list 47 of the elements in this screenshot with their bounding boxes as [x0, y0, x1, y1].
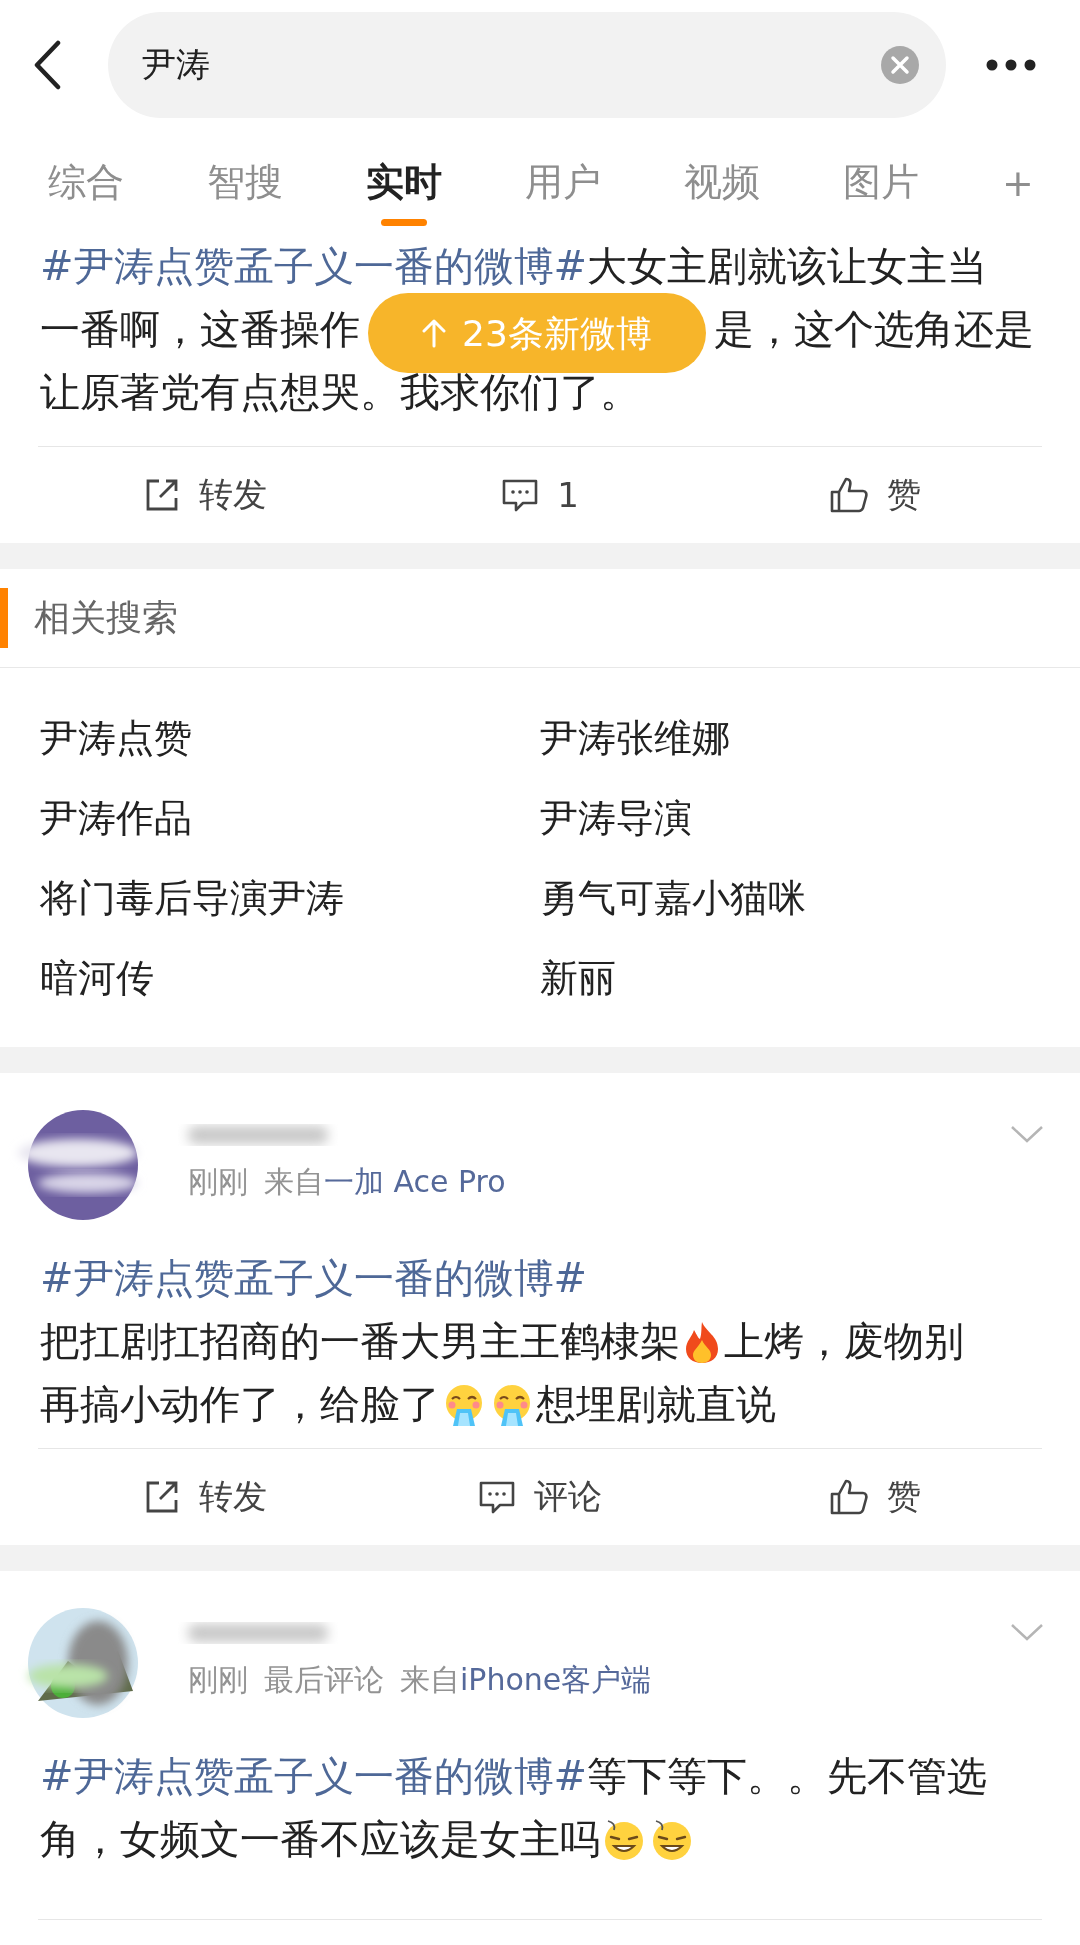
- post-source: 来自一加 Ace Pro: [264, 1162, 506, 1201]
- sweat-smile-icon: [602, 1817, 646, 1862]
- accent-bar: [0, 588, 8, 648]
- related-search-link[interactable]: 将门毒后导演尹涛: [0, 872, 344, 924]
- post-text: 角，女频文一番不应该是女主吗: [40, 1815, 600, 1864]
- post-meta: 刚刚: [188, 1162, 248, 1201]
- more-icon[interactable]: [986, 58, 1036, 72]
- tab-indicator: [381, 219, 428, 226]
- post-meta: 最后评论: [264, 1660, 384, 1699]
- post-text: 大女主剧就该让女主当: [587, 242, 988, 291]
- post-text: 再搞小动作了，给脸了: [40, 1380, 440, 1429]
- tab[interactable]: 实时: [340, 135, 469, 230]
- thumbs-up-icon: [828, 1478, 869, 1516]
- related-search-link[interactable]: 新丽: [540, 952, 616, 1004]
- thumbs-up-icon: [828, 476, 869, 514]
- chevron-down-icon[interactable]: [1010, 1623, 1044, 1641]
- clear-icon[interactable]: [880, 45, 920, 85]
- related-search-link[interactable]: 暗河传: [0, 952, 154, 1004]
- up-arrow-icon: [422, 318, 447, 348]
- search-field[interactable]: 尹涛: [108, 12, 946, 118]
- related-search-link[interactable]: 尹涛作品: [0, 792, 192, 844]
- related-search-link[interactable]: 尹涛张维娜: [540, 712, 730, 764]
- comment-icon: [501, 477, 540, 513]
- section-title: 相关搜索: [34, 595, 178, 640]
- comment-icon: [478, 1479, 516, 1515]
- comment-button[interactable]: 1: [372, 475, 708, 515]
- post-text: 上烤，废物别: [724, 1317, 964, 1366]
- post-text: 一番啊，这番操作: [40, 305, 360, 354]
- comment-button[interactable]: 评论: [372, 1474, 708, 1520]
- post-text: 是，这个选角还是: [714, 305, 1034, 354]
- sweat-smile-icon: [650, 1817, 694, 1862]
- hashtag-link[interactable]: #尹涛点赞孟子义一番的微博#: [40, 1247, 588, 1310]
- post-text: 想埋剧就直说: [536, 1380, 776, 1429]
- back-icon[interactable]: [32, 40, 62, 90]
- chevron-down-icon[interactable]: [1010, 1125, 1044, 1143]
- related-search-link[interactable]: 尹涛点赞: [0, 712, 192, 764]
- hashtag-link[interactable]: #尹涛点赞孟子义一番的微博#: [40, 1745, 588, 1808]
- like-button[interactable]: 赞: [707, 472, 1042, 518]
- post-text: 等下等下。。先不管选: [587, 1752, 988, 1801]
- repost-button[interactable]: 转发: [38, 472, 373, 518]
- related-search-link[interactable]: 勇气可嘉小猫咪: [540, 872, 806, 924]
- post-meta: 刚刚: [188, 1660, 248, 1699]
- post-text: 把扛剧扛招商的一番大男主王鹤棣架: [40, 1317, 680, 1366]
- related-search-link[interactable]: 尹涛导演: [540, 792, 692, 844]
- post-source: 来自 iPhone客户端: [400, 1660, 652, 1699]
- repost-button[interactable]: 转发: [38, 1474, 373, 1520]
- like-button[interactable]: 赞: [707, 1474, 1042, 1520]
